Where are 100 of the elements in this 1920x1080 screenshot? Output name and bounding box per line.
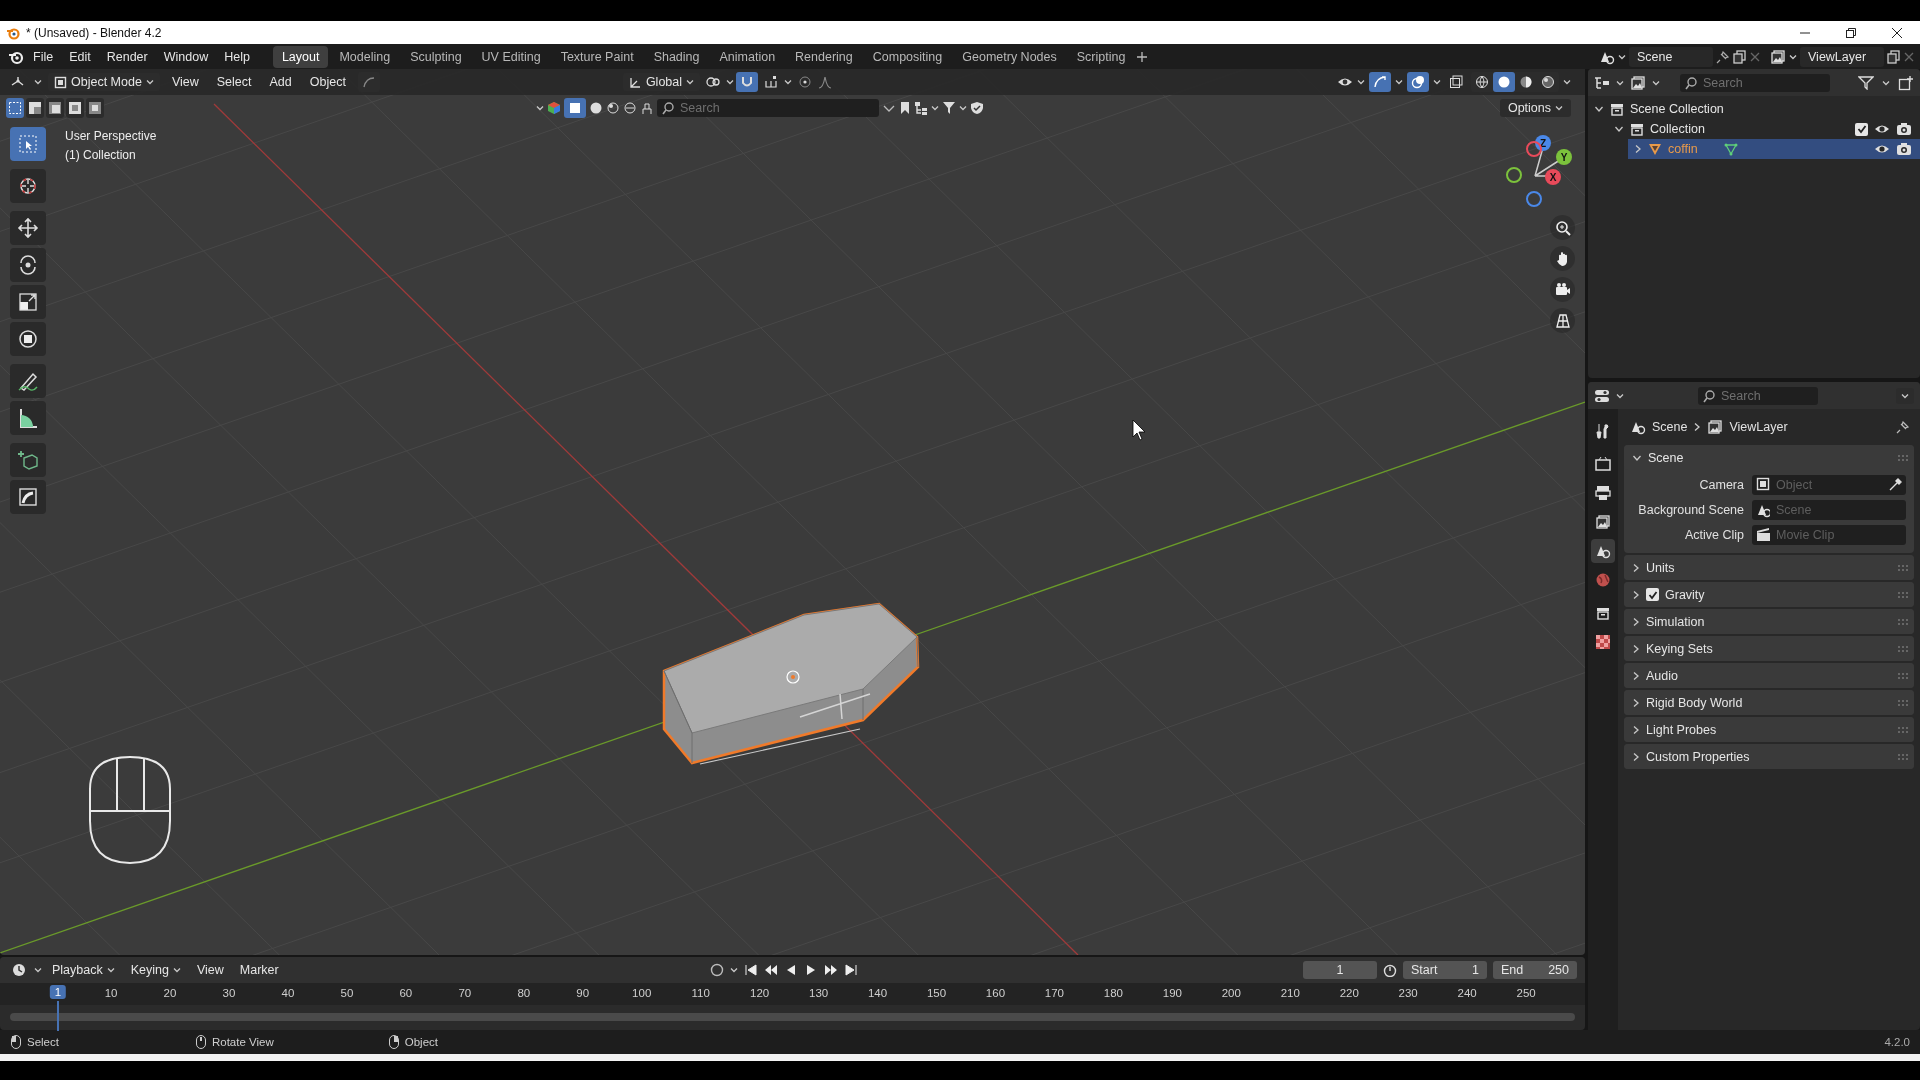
new-collection-icon[interactable]	[1898, 74, 1914, 91]
menu-item[interactable]: Playback	[46, 961, 121, 979]
timeline-scrollbar[interactable]	[10, 1013, 1575, 1021]
outliner-icon[interactable]	[1594, 75, 1610, 90]
select-mode-button[interactable]	[86, 98, 104, 118]
search-field[interactable]: Search	[1680, 73, 1830, 92]
text-input[interactable]: Search	[680, 101, 874, 115]
menu-item[interactable]: Add	[263, 73, 298, 91]
exclude-checkbox[interactable]	[1855, 122, 1868, 136]
menu-item[interactable]: Keying	[124, 961, 187, 979]
pin-icon[interactable]	[1896, 420, 1910, 434]
pan-button[interactable]	[1550, 246, 1575, 271]
stopwatch-icon[interactable]	[1383, 963, 1397, 977]
tool-button[interactable]	[10, 401, 46, 435]
object-field[interactable]: Object	[1752, 475, 1906, 495]
workspace-tab[interactable]: Compositing	[863, 45, 952, 68]
menu-item[interactable]: View	[165, 73, 205, 91]
object-field[interactable]: Movie Clip	[1752, 525, 1906, 545]
menu-item[interactable]: Object	[303, 73, 352, 91]
falloff-curve-icon[interactable]	[818, 75, 833, 89]
view-layer-selector[interactable]: ViewLayer	[1800, 46, 1884, 67]
workspace-tab[interactable]: UV Editing	[472, 45, 550, 68]
view-layer-icon[interactable]	[1630, 74, 1646, 91]
workspace-tab[interactable]: Animation	[710, 45, 785, 68]
outliner-row[interactable]: coffin	[1628, 139, 1920, 159]
menu-item[interactable]: Render	[99, 46, 155, 67]
workspace-tab[interactable]: Modeling	[330, 45, 400, 68]
snap-toggle[interactable]	[736, 72, 759, 92]
camera-view-button[interactable]	[1550, 277, 1575, 302]
filter-toggle[interactable]	[564, 98, 586, 118]
search-field[interactable]: Search	[657, 99, 879, 117]
next-keyframe-icon[interactable]	[823, 963, 838, 977]
gizmo-negative-axis-button[interactable]	[1526, 141, 1542, 157]
end-frame-value[interactable]: 250	[1548, 963, 1569, 977]
keyframe-record-icon[interactable]	[709, 963, 724, 977]
gizmo-axis-button[interactable]: Y	[1556, 149, 1572, 165]
workspace-tab[interactable]: Geometry Nodes	[953, 45, 1066, 68]
duplicate-icon[interactable]	[1887, 49, 1901, 64]
overlay-toggle[interactable]	[1407, 72, 1429, 92]
select-mode-button[interactable]	[46, 98, 64, 118]
cube-icon[interactable]	[547, 101, 561, 115]
eyedropper-icon[interactable]	[1888, 478, 1902, 492]
current-frame-field[interactable]: 1	[1303, 961, 1377, 979]
workspace-tab[interactable]: Scripting	[1067, 45, 1135, 68]
object-field[interactable]: Scene	[1752, 500, 1906, 520]
camera-icon[interactable]	[1896, 121, 1912, 137]
filter-icon[interactable]	[623, 101, 637, 115]
jump-end-icon[interactable]	[843, 963, 858, 977]
select-mode-button[interactable]	[6, 98, 24, 118]
jump-start-icon[interactable]	[743, 963, 758, 977]
tool-button[interactable]	[10, 322, 46, 356]
properties-editor-icon[interactable]	[1594, 388, 1610, 403]
outliner-row[interactable]: Scene Collection	[1588, 99, 1920, 119]
prev-keyframe-icon[interactable]	[763, 963, 778, 977]
scene-selector[interactable]: Scene	[1629, 46, 1713, 67]
menu-item[interactable]: Edit	[62, 46, 98, 67]
gizmo-toggle[interactable]	[1369, 72, 1391, 92]
workspace-tab[interactable]: Shading	[644, 45, 709, 68]
tool-button[interactable]	[10, 211, 46, 245]
shading-mode-button[interactable]	[1493, 72, 1515, 92]
tool-button[interactable]	[10, 443, 46, 477]
menu-item[interactable]: File	[26, 46, 61, 67]
close-icon[interactable]	[1750, 51, 1760, 62]
breadcrumb-item[interactable]: ViewLayer	[1729, 420, 1788, 434]
gizmo-negative-axis-button[interactable]	[1506, 167, 1522, 183]
select-mode-button[interactable]	[66, 98, 84, 118]
workspace-tab[interactable]: Sculpting	[401, 45, 471, 68]
enable-checkbox[interactable]	[1646, 588, 1659, 601]
tool-button[interactable]	[10, 248, 46, 282]
funnel-icon[interactable]	[942, 101, 956, 115]
add-workspace-icon[interactable]	[1136, 50, 1149, 63]
camera-icon[interactable]	[1896, 141, 1912, 157]
menu-item[interactable]: Window	[156, 46, 216, 67]
pin-icon[interactable]	[1716, 49, 1730, 64]
menu-item[interactable]: Select	[210, 73, 258, 91]
workspace-tab[interactable]: Layout	[272, 45, 329, 68]
tool-button[interactable]	[10, 480, 46, 514]
text-input[interactable]: Object	[1776, 478, 1882, 492]
tool-button[interactable]	[10, 364, 46, 398]
bookmark-icon[interactable]	[899, 101, 911, 115]
funnel-outline-icon[interactable]	[1858, 75, 1874, 90]
gizmo-axis-button[interactable]: X	[1545, 169, 1561, 185]
tool-button[interactable]	[10, 285, 46, 319]
close-icon[interactable]	[1904, 51, 1914, 62]
properties-tab[interactable]	[1591, 539, 1615, 563]
filter-icon[interactable]	[589, 101, 603, 115]
outliner-row[interactable]: Collection	[1608, 119, 1920, 139]
tool-button[interactable]	[10, 169, 46, 203]
projection-button[interactable]	[1550, 308, 1575, 333]
coffin-drawing[interactable]	[662, 602, 920, 765]
menu-item[interactable]: Marker	[233, 961, 285, 979]
search-field[interactable]: Search	[1698, 386, 1818, 405]
view-layer-icon[interactable]	[1770, 48, 1786, 65]
duplicate-icon[interactable]	[1733, 49, 1747, 64]
select-mode-button[interactable]	[26, 98, 44, 118]
zoom-button[interactable]	[1550, 215, 1575, 240]
text-input[interactable]: Movie Clip	[1776, 528, 1902, 542]
workspace-tab[interactable]: Texture Paint	[551, 45, 643, 68]
breadcrumb-item[interactable]: Scene	[1652, 420, 1688, 434]
start-frame-value[interactable]: 1	[1472, 963, 1479, 977]
